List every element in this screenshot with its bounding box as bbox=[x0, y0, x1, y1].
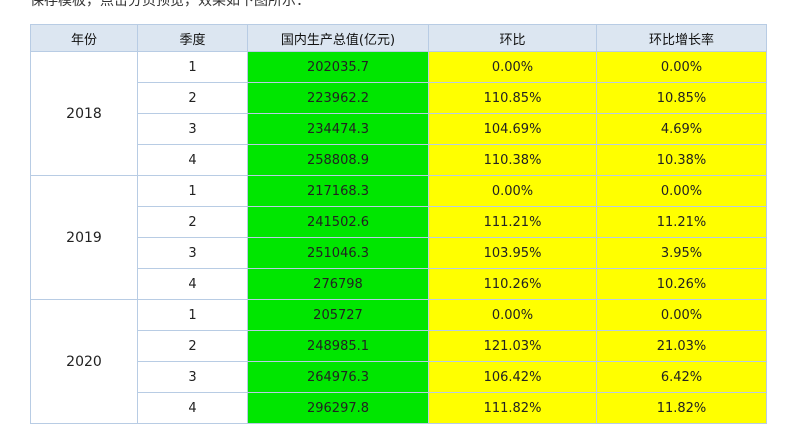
year-cell: 2018 bbox=[30, 51, 138, 176]
quarter-cell: 1 bbox=[137, 299, 248, 331]
intro-text: 保存模板，点击分页预览，效果如下图所示： bbox=[30, 0, 310, 9]
ratio-cell: 106.42% bbox=[428, 361, 597, 393]
quarter-cell: 4 bbox=[137, 392, 248, 424]
gdp-cell: 217168.3 bbox=[247, 175, 429, 207]
gdp-cell: 258808.9 bbox=[247, 144, 429, 176]
gdp-cell: 264976.3 bbox=[247, 361, 429, 393]
header-gdp: 国内生产总值(亿元) bbox=[247, 24, 429, 52]
gdp-cell: 241502.6 bbox=[247, 206, 429, 238]
gdp-cell: 223962.2 bbox=[247, 82, 429, 114]
gdp-cell: 248985.1 bbox=[247, 330, 429, 362]
year-cell: 2020 bbox=[30, 299, 138, 424]
quarter-cell: 2 bbox=[137, 82, 248, 114]
growth-cell: 6.42% bbox=[596, 361, 767, 393]
growth-cell: 10.38% bbox=[596, 144, 767, 176]
gdp-cell: 202035.7 bbox=[247, 51, 429, 83]
quarter-cell: 1 bbox=[137, 51, 248, 83]
header-growth: 环比增长率 bbox=[596, 24, 767, 52]
table-row: 4 258808.9 110.38% 10.38% bbox=[31, 144, 767, 176]
quarter-cell: 4 bbox=[137, 268, 248, 300]
year-cell: 2019 bbox=[30, 175, 138, 300]
growth-cell: 11.21% bbox=[596, 206, 767, 238]
gdp-cell: 276798 bbox=[247, 268, 429, 300]
table-row: 3 234474.3 104.69% 4.69% bbox=[31, 113, 767, 145]
table-row: 2 223962.2 110.85% 10.85% bbox=[31, 82, 767, 114]
ratio-cell: 0.00% bbox=[428, 299, 597, 331]
table-row: 4 296297.8 111.82% 11.82% bbox=[31, 392, 767, 424]
table-row: 2020 1 205727 0.00% 0.00% bbox=[30, 299, 767, 424]
ratio-cell: 110.85% bbox=[428, 82, 597, 114]
table-row: 3 251046.3 103.95% 3.95% bbox=[31, 237, 767, 269]
growth-cell: 0.00% bbox=[596, 51, 767, 83]
gdp-table: 年份 季度 国内生产总值(亿元) 环比 环比增长率 2018 1 202035.… bbox=[30, 24, 767, 424]
growth-cell: 4.69% bbox=[596, 113, 767, 145]
ratio-cell: 110.26% bbox=[428, 268, 597, 300]
ratio-cell: 111.82% bbox=[428, 392, 597, 424]
growth-cell: 10.85% bbox=[596, 82, 767, 114]
table-row: 2018 1 202035.7 0.00% 0.00% bbox=[30, 51, 767, 176]
table-row: 4 276798 110.26% 10.26% bbox=[31, 268, 767, 300]
header-year: 年份 bbox=[30, 24, 138, 52]
growth-cell: 3.95% bbox=[596, 237, 767, 269]
gdp-cell: 234474.3 bbox=[247, 113, 429, 145]
gdp-cell: 296297.8 bbox=[247, 392, 429, 424]
quarter-cell: 1 bbox=[137, 175, 248, 207]
ratio-cell: 121.03% bbox=[428, 330, 597, 362]
growth-cell: 11.82% bbox=[596, 392, 767, 424]
quarter-cell: 2 bbox=[137, 330, 248, 362]
ratio-cell: 110.38% bbox=[428, 144, 597, 176]
ratio-cell: 103.95% bbox=[428, 237, 597, 269]
table-row: 3 264976.3 106.42% 6.42% bbox=[31, 361, 767, 393]
table-row: 2 241502.6 111.21% 11.21% bbox=[31, 206, 767, 238]
quarter-cell: 3 bbox=[137, 361, 248, 393]
quarter-cell: 3 bbox=[137, 113, 248, 145]
gdp-cell: 205727 bbox=[247, 299, 429, 331]
table-row: 2 248985.1 121.03% 21.03% bbox=[31, 330, 767, 362]
ratio-cell: 111.21% bbox=[428, 206, 597, 238]
header-quarter: 季度 bbox=[137, 24, 248, 52]
ratio-cell: 104.69% bbox=[428, 113, 597, 145]
growth-cell: 10.26% bbox=[596, 268, 767, 300]
quarter-cell: 3 bbox=[137, 237, 248, 269]
gdp-cell: 251046.3 bbox=[247, 237, 429, 269]
quarter-cell: 2 bbox=[137, 206, 248, 238]
growth-cell: 0.00% bbox=[596, 175, 767, 207]
growth-cell: 21.03% bbox=[596, 330, 767, 362]
table-row: 2019 1 217168.3 0.00% 0.00% bbox=[30, 175, 767, 300]
table-header-row: 年份 季度 国内生产总值(亿元) 环比 环比增长率 bbox=[30, 24, 767, 52]
growth-cell: 0.00% bbox=[596, 299, 767, 331]
header-ratio: 环比 bbox=[428, 24, 597, 52]
ratio-cell: 0.00% bbox=[428, 175, 597, 207]
quarter-cell: 4 bbox=[137, 144, 248, 176]
ratio-cell: 0.00% bbox=[428, 51, 597, 83]
